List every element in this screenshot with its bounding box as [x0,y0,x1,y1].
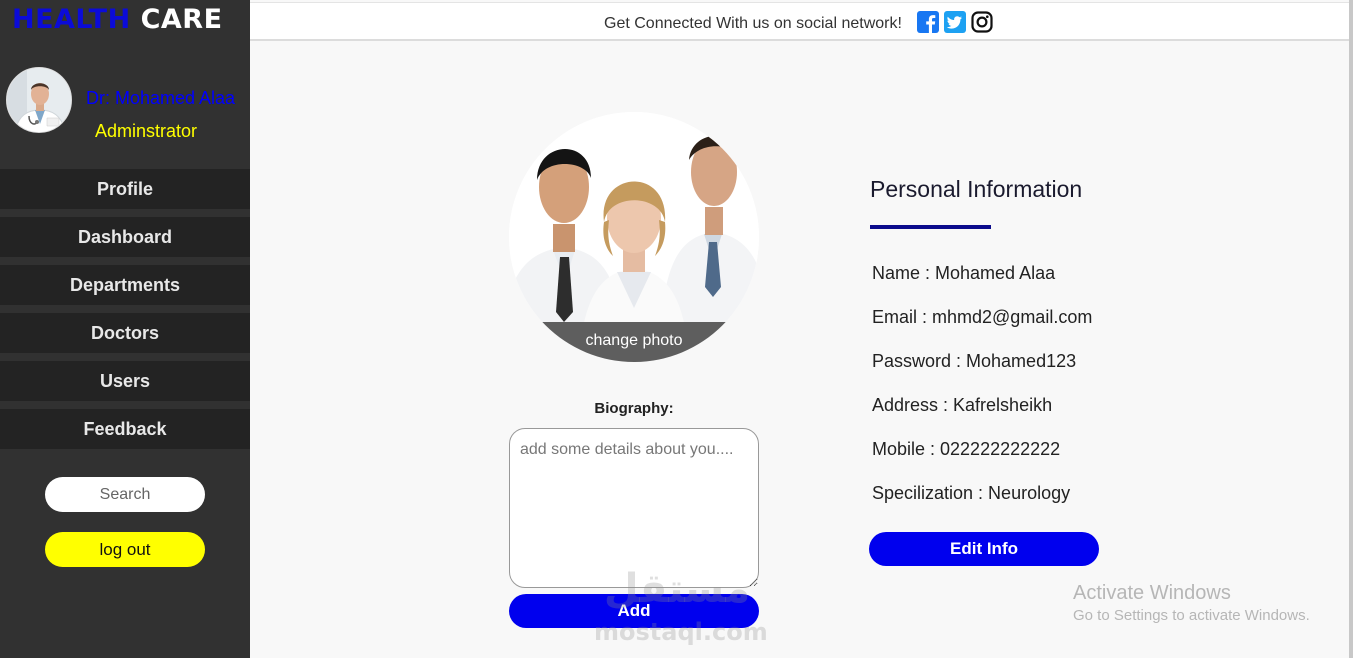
edit-info-button[interactable]: Edit Info [869,532,1099,566]
info-email: Email : mhmd2@gmail.com [872,307,1093,327]
change-photo-label[interactable]: change photo [509,322,759,362]
activate-windows-title: Activate Windows [1073,582,1231,604]
avatar[interactable] [6,67,72,133]
brand-logo-part2: CARE [140,4,223,35]
info-password: Password : Mohamed123 [872,351,1077,371]
biography-textarea[interactable] [509,428,759,588]
brand-logo-part1: HEALTH [12,4,131,35]
instagram-icon[interactable] [971,11,993,33]
sidebar-item-feedback[interactable]: Feedback [0,409,250,449]
info-specialization: Specilization : Neurology [872,483,1071,503]
activate-windows-subtitle: Go to Settings to activate Windows. [1073,607,1310,624]
user-name: Dr: Mohamed Alaa [86,88,236,108]
social-connect-text: Get Connected With us on social network! [604,15,902,32]
user-role: Adminstrator [95,121,198,141]
profile-photo[interactable]: change photo [509,112,759,362]
page-scrollbar[interactable] [1349,0,1353,658]
search-input[interactable] [45,477,205,512]
sidebar: HEALTH CARE Dr: Mohamed Alaa Adminstrato… [0,0,250,658]
top-bar: Get Connected With us on social network! [250,2,1349,41]
sidebar-item-users[interactable]: Users [0,361,250,401]
sidebar-item-dashboard[interactable]: Dashboard [0,217,250,257]
info-mobile: Mobile : 022222222222 [872,439,1061,459]
personal-info-title: Personal Information [870,176,1083,202]
sidebar-nav: Profile Dashboard Departments Doctors Us… [0,169,250,457]
add-biography-button[interactable]: Add [509,594,759,628]
title-underline [870,225,991,229]
doctor-avatar-image [7,68,71,132]
sidebar-item-doctors[interactable]: Doctors [0,313,250,353]
info-name: Name : Mohamed Alaa [872,263,1056,283]
logout-button[interactable]: log out [45,532,205,567]
info-address: Address : Kafrelsheikh [872,395,1053,415]
facebook-icon[interactable] [917,11,939,33]
brand-logo[interactable]: HEALTH CARE [12,4,223,35]
sidebar-item-departments[interactable]: Departments [0,265,250,305]
sidebar-item-profile[interactable]: Profile [0,169,250,209]
biography-label: Biography: [594,400,674,417]
twitter-icon[interactable] [944,11,966,33]
